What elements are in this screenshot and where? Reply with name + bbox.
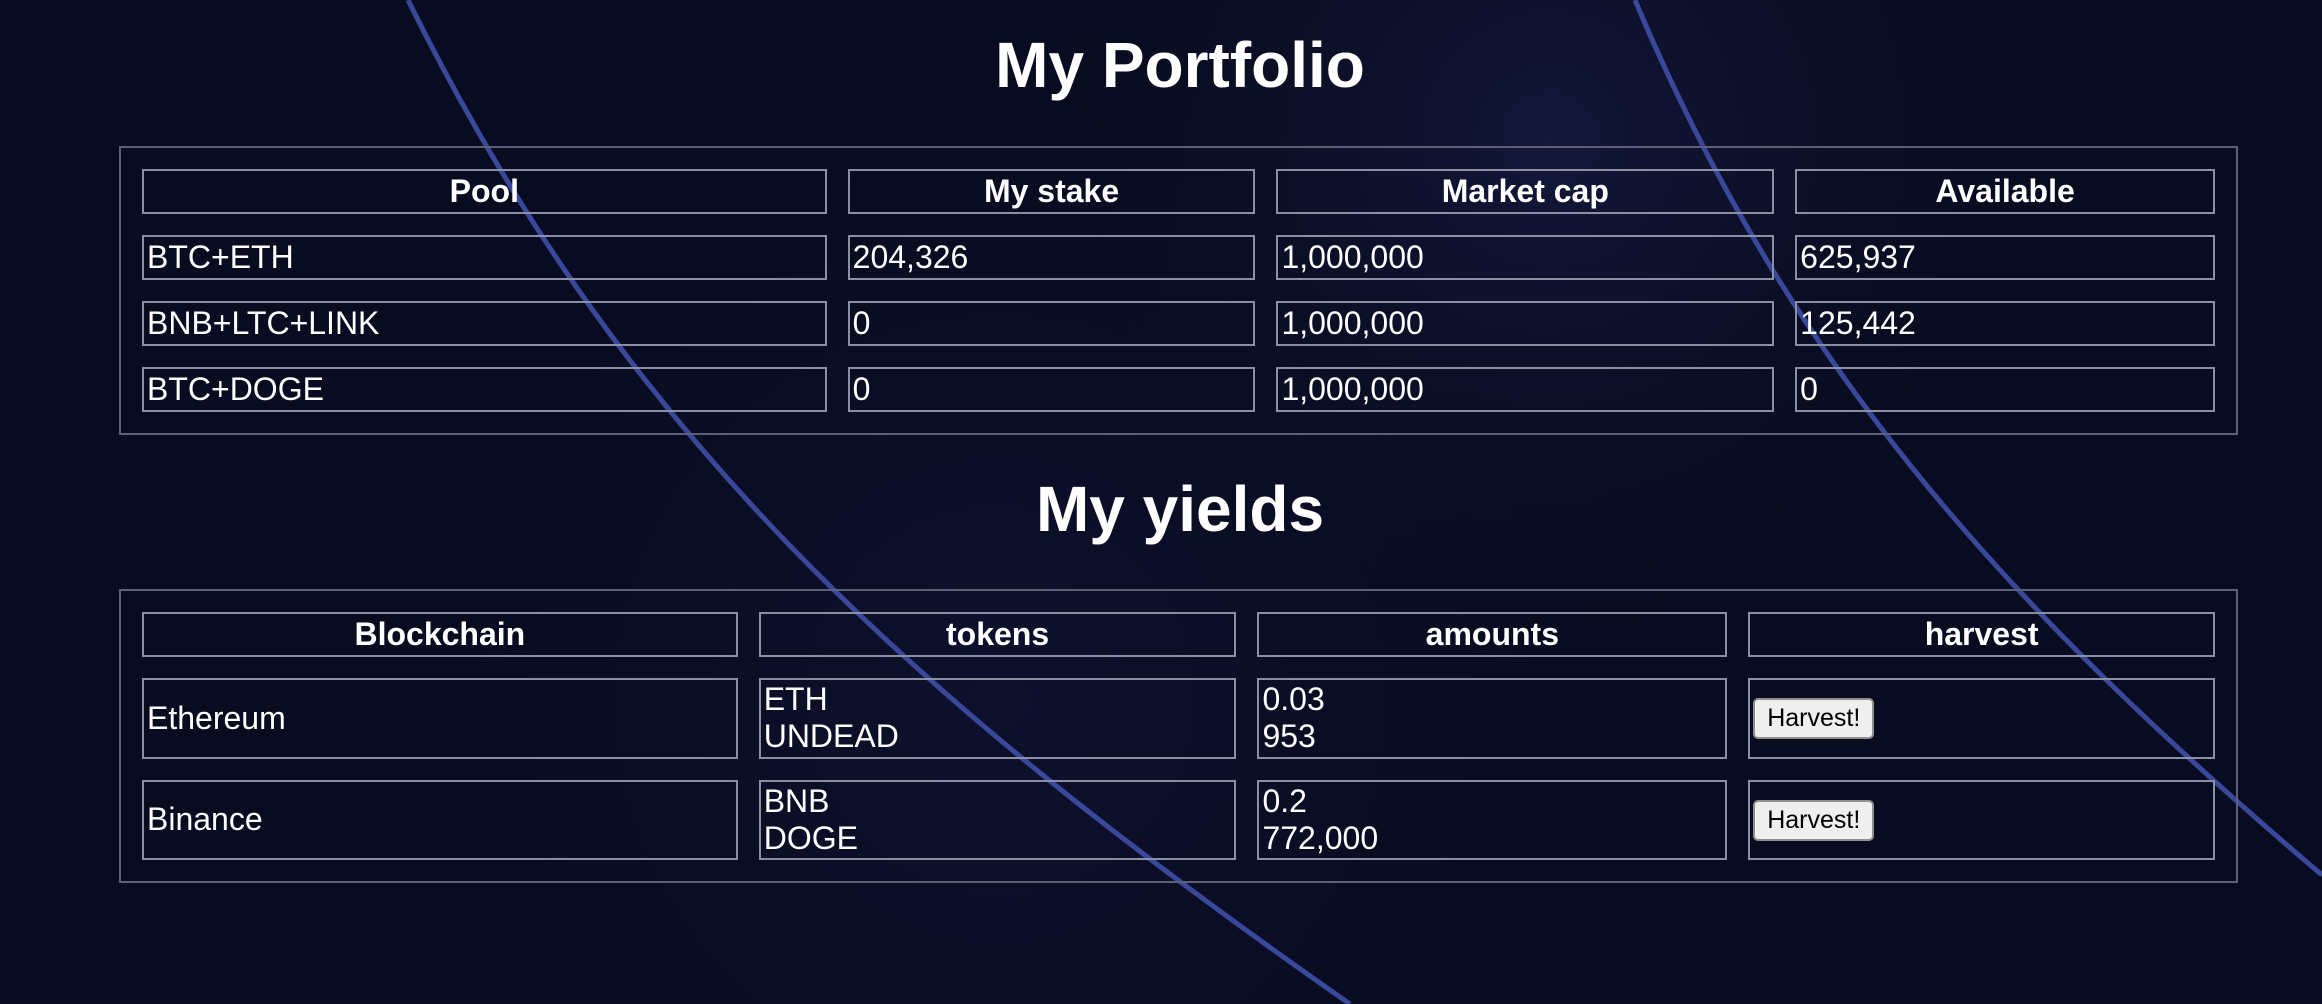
market-cap-cell: 1,000,000 [1276, 367, 1775, 412]
pool-cell: BNB+LTC+LINK [142, 301, 827, 346]
yields-table: Blockchain tokens amounts harvest Ethere… [119, 589, 2238, 883]
token-amount: 772,000 [1262, 819, 1379, 856]
amounts-cell: 0.2 772,000 [1257, 779, 1728, 860]
table-row: BNB+LTC+LINK 0 1,000,000 125,442 [142, 301, 2215, 346]
portfolio-title: My Portfolio [995, 29, 1365, 101]
table-row: Binance BNB DOGE 0.2 772,000 Harvest! [142, 779, 2215, 860]
available-cell: 125,442 [1795, 301, 2215, 346]
available-cell: 0 [1795, 367, 2215, 412]
token-name: DOGE [763, 819, 858, 856]
stake-cell: 204,326 [847, 235, 1256, 280]
amounts-cell: 0.03 953 [1257, 678, 1728, 759]
token-name: BNB [763, 782, 830, 819]
market-cap-cell: 1,000,000 [1276, 301, 1775, 346]
column-header-harvest: harvest [1748, 612, 2215, 657]
blockchain-cell: Binance [142, 779, 738, 860]
column-header-tokens: tokens [758, 612, 1237, 657]
tokens-cell: BNB DOGE [758, 779, 1237, 860]
table-row: BTC+ETH 204,326 1,000,000 625,937 [142, 235, 2215, 280]
token-amount: 0.2 [1262, 782, 1307, 819]
pool-cell: BTC+DOGE [142, 367, 827, 412]
harvest-button-binance[interactable]: Harvest! [1753, 799, 1875, 841]
yields-header-row: Blockchain tokens amounts harvest [142, 612, 2215, 657]
column-header-pool: Pool [142, 169, 827, 214]
stake-cell: 0 [847, 301, 1256, 346]
table-row: BTC+DOGE 0 1,000,000 0 [142, 367, 2215, 412]
portfolio-header-row: Pool My stake Market cap Available [142, 169, 2215, 214]
blockchain-cell: Ethereum [142, 678, 738, 759]
column-header-amounts: amounts [1257, 612, 1728, 657]
token-amount: 0.03 [1262, 681, 1325, 718]
harvest-cell: Harvest! [1748, 779, 2215, 860]
harvest-button-ethereum[interactable]: Harvest! [1753, 698, 1875, 740]
available-cell: 625,937 [1795, 235, 2215, 280]
stake-cell: 0 [847, 367, 1256, 412]
token-name: UNDEAD [763, 718, 899, 755]
token-name: ETH [763, 681, 828, 718]
tokens-cell: ETH UNDEAD [758, 678, 1237, 759]
harvest-cell: Harvest! [1748, 678, 2215, 759]
yields-title: My yields [1035, 473, 1325, 545]
market-cap-cell: 1,000,000 [1276, 235, 1775, 280]
table-row: Ethereum ETH UNDEAD 0.03 953 Harvest! [142, 678, 2215, 759]
column-header-my-stake: My stake [847, 169, 1256, 214]
token-amount: 953 [1262, 718, 1316, 755]
column-header-blockchain: Blockchain [142, 612, 738, 657]
portfolio-table: Pool My stake Market cap Available BTC+E… [119, 146, 2238, 435]
pool-cell: BTC+ETH [142, 235, 827, 280]
column-header-market-cap: Market cap [1276, 169, 1775, 214]
column-header-available: Available [1795, 169, 2215, 214]
